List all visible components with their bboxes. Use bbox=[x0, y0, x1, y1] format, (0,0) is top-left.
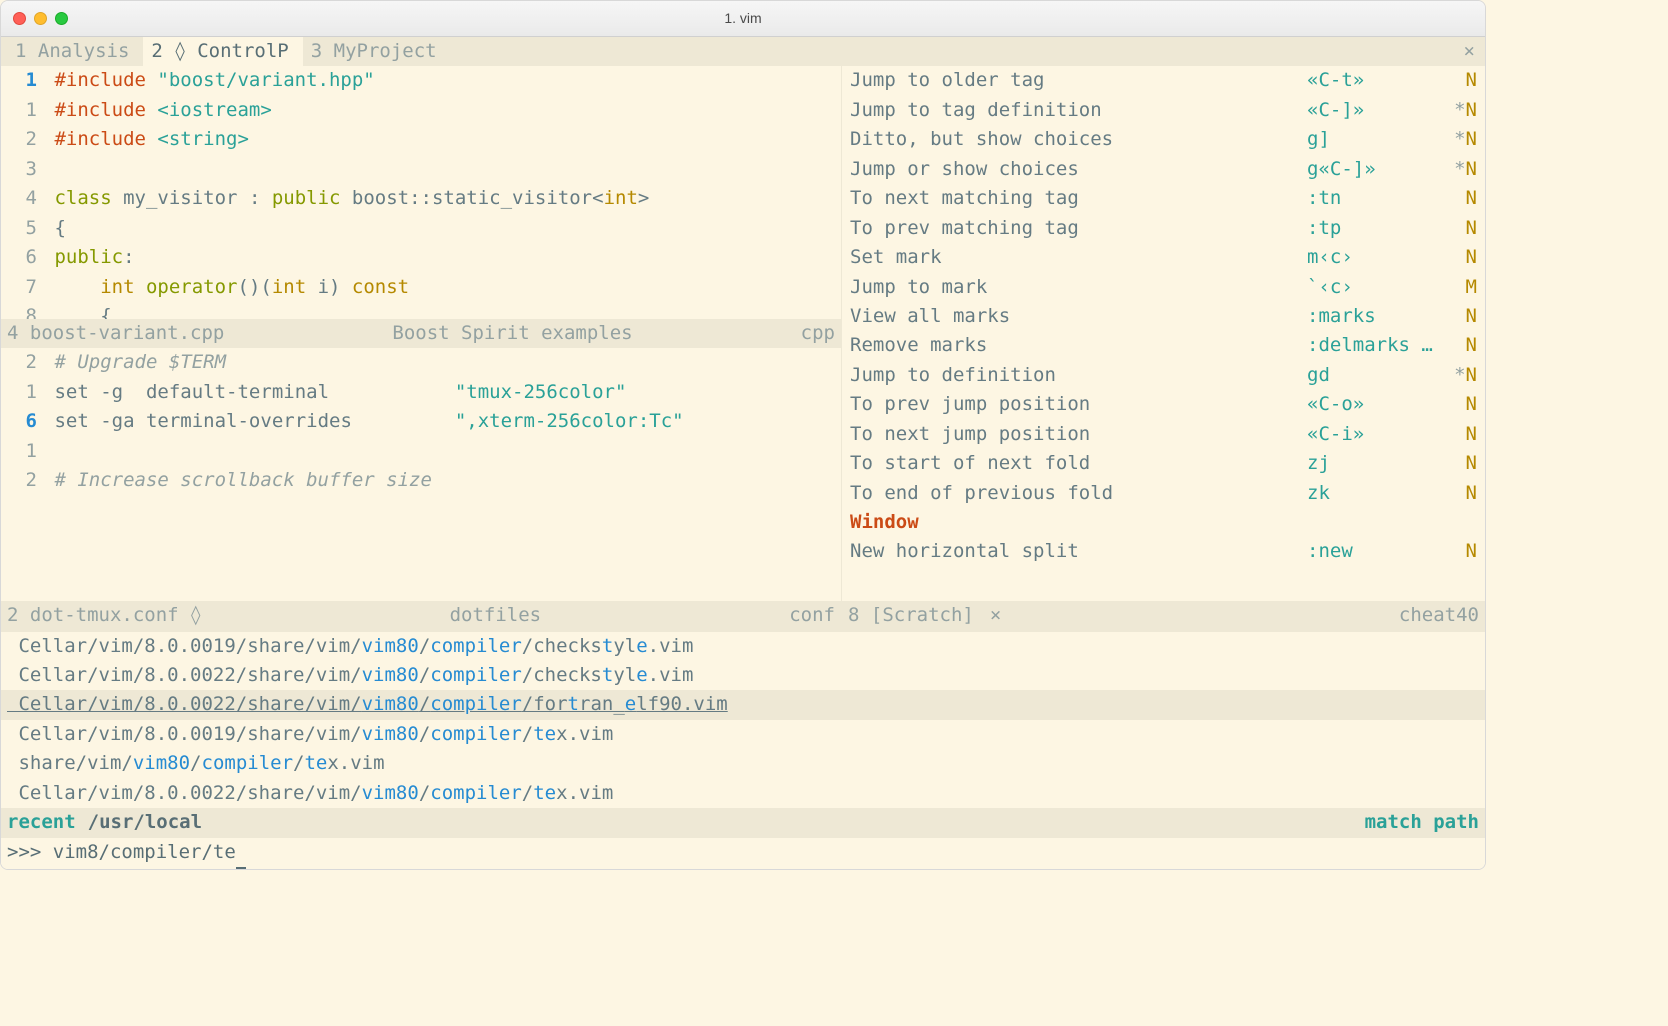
pane-tmux[interactable]: 2 # Upgrade $TERM 1 set -g default-termi… bbox=[1, 348, 841, 601]
ctrlp-prompt[interactable]: >>> vim8/compiler/te bbox=[1, 838, 1485, 869]
cheat-row: To next matching tag:tnN bbox=[842, 184, 1485, 213]
cheat-row: To start of next foldzjN bbox=[842, 449, 1485, 478]
left-column: 1 #include "boost/variant.hpp" 1 #includ… bbox=[1, 66, 841, 630]
cursor-icon bbox=[236, 838, 246, 869]
ctrlp-mode-recent[interactable]: recent bbox=[7, 808, 76, 837]
ctrlp-status: recent /usr/local match path bbox=[1, 808, 1485, 837]
tab-myproject[interactable]: 3 MyProject bbox=[303, 37, 451, 66]
cheat-row: View all marks:marksN bbox=[842, 302, 1485, 331]
ctrlp: Cellar/vim/8.0.0019/share/vim/vim80/comp… bbox=[1, 631, 1485, 870]
pane-cpp[interactable]: 1 #include "boost/variant.hpp" 1 #includ… bbox=[1, 66, 841, 319]
cheat-close-icon[interactable]: × bbox=[990, 601, 1001, 630]
cheat-pane[interactable]: Jump to older tag«C-t»NJump to tag defin… bbox=[841, 66, 1485, 630]
window: 1. vim 1 Analysis 2 ◊ ControlP 3 MyProje… bbox=[0, 0, 1486, 870]
ctrlp-result[interactable]: Cellar/vim/8.0.0022/share/vim/vim80/comp… bbox=[1, 779, 1485, 808]
split: 1 #include "boost/variant.hpp" 1 #includ… bbox=[1, 66, 1485, 630]
ctrlp-result[interactable]: Cellar/vim/8.0.0022/share/vim/vim80/comp… bbox=[1, 690, 1485, 719]
cheat-row: To prev matching tag:tpN bbox=[842, 214, 1485, 243]
cheat-row: New horizontal split:newN bbox=[842, 537, 1485, 566]
ctrlp-result[interactable]: Cellar/vim/8.0.0019/share/vim/vim80/comp… bbox=[1, 720, 1485, 749]
cheat-row: To end of previous foldzkN bbox=[842, 479, 1485, 508]
cheat-row: Jump or show choicesg«C-]»*N bbox=[842, 155, 1485, 184]
main: 1 #include "boost/variant.hpp" 1 #includ… bbox=[1, 66, 1485, 869]
ctrlp-result[interactable]: Cellar/vim/8.0.0019/share/vim/vim80/comp… bbox=[1, 632, 1485, 661]
statusline-cheat: 8 [Scratch] × cheat40 bbox=[842, 601, 1485, 630]
ctrlp-cwd: /usr/local bbox=[88, 808, 202, 837]
cheat-row: To prev jump position«C-o»N bbox=[842, 390, 1485, 419]
ctrlp-match-mode[interactable]: match path bbox=[1365, 808, 1479, 837]
tab-analysis[interactable]: 1 Analysis bbox=[7, 37, 143, 66]
window-title: 1. vim bbox=[1, 8, 1485, 30]
cheat-row: Jump to older tag«C-t»N bbox=[842, 66, 1485, 95]
titlebar: 1. vim bbox=[1, 1, 1485, 37]
ctrlp-result[interactable]: share/vim/vim80/compiler/tex.vim bbox=[1, 749, 1485, 778]
cheat-section-header: Window bbox=[842, 508, 1485, 537]
cheat-row: Jump to definitiongd*N bbox=[842, 361, 1485, 390]
tabline: 1 Analysis 2 ◊ ControlP 3 MyProject × bbox=[1, 37, 1485, 66]
ctrlp-result[interactable]: Cellar/vim/8.0.0022/share/vim/vim80/comp… bbox=[1, 661, 1485, 690]
cheat-row: Set markm‹c›N bbox=[842, 243, 1485, 272]
statusline-cpp: 4 boost-variant.cpp Boost Spirit example… bbox=[1, 319, 841, 348]
cheat-row: Jump to tag definition«C-]»*N bbox=[842, 96, 1485, 125]
cheat-row: Remove marks:delmarks …N bbox=[842, 331, 1485, 360]
statusline-tmux: 2 dot-tmux.conf ◊ dotfiles conf bbox=[1, 601, 841, 630]
tab-close-icon[interactable]: × bbox=[1464, 37, 1475, 66]
tab-controlp[interactable]: 2 ◊ ControlP bbox=[143, 37, 302, 66]
cheat-row: Jump to mark`‹c›M bbox=[842, 273, 1485, 302]
cheat-row: Ditto, but show choicesg]*N bbox=[842, 125, 1485, 154]
cheat-row: To next jump position«C-i»N bbox=[842, 420, 1485, 449]
